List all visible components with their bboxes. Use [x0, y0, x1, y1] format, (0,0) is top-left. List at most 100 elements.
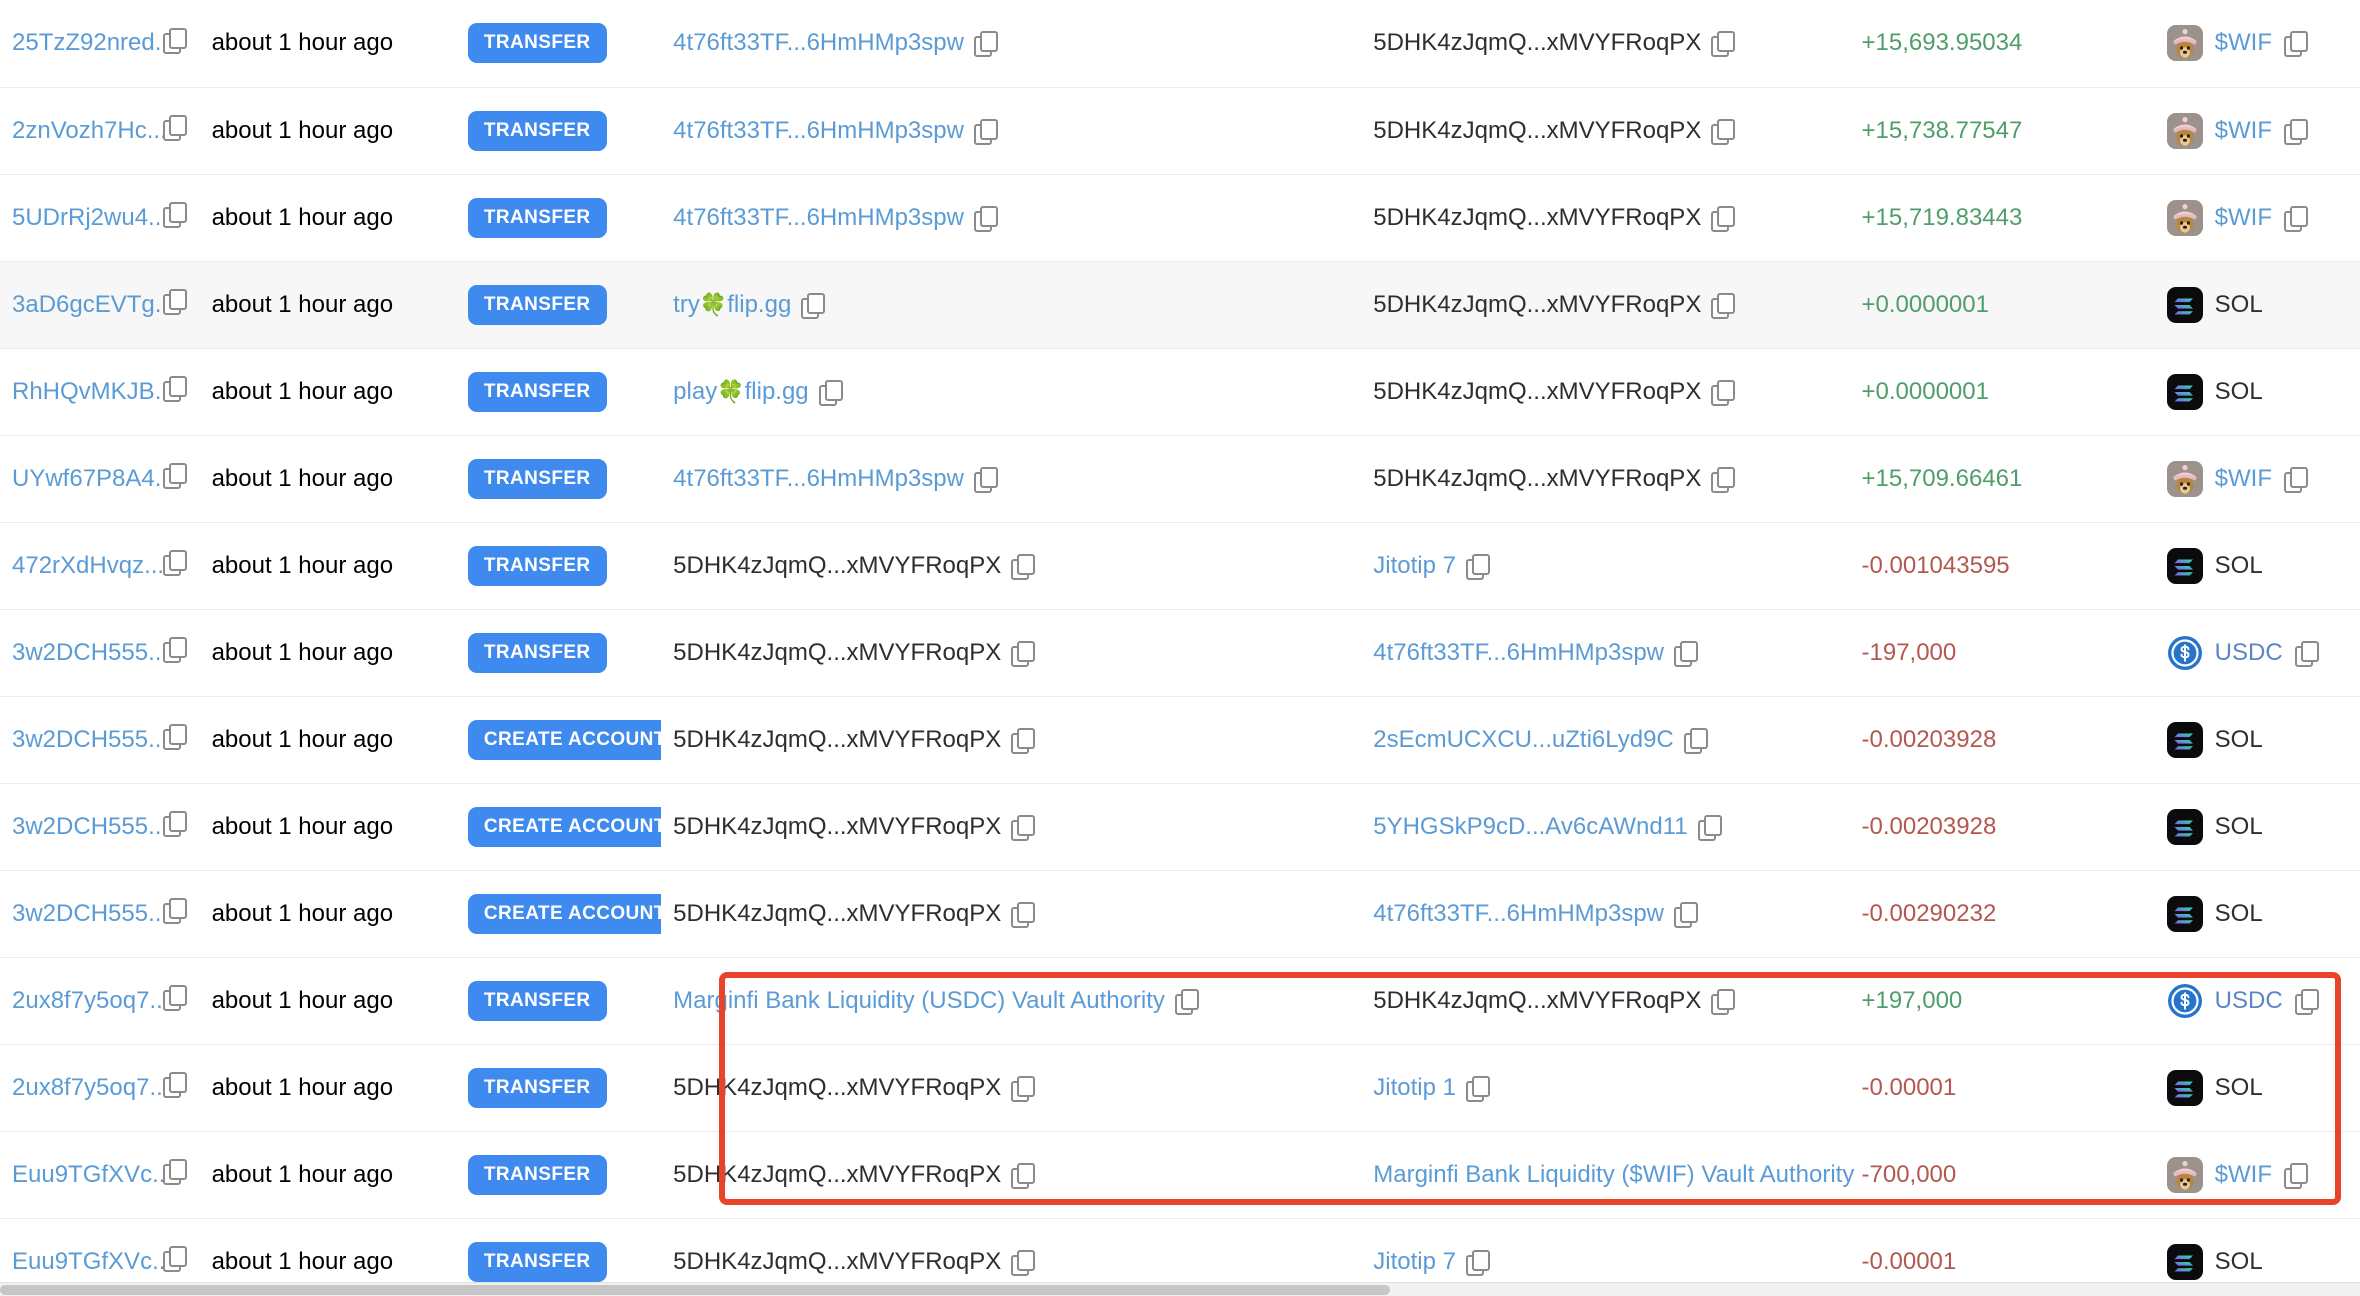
- signature-link[interactable]: 472rXdHvqz...: [12, 552, 163, 579]
- table-row[interactable]: UYwf67P8A4... about 1 hour ago TRANSFER 4t7…: [0, 435, 2360, 523]
- copy-source-icon[interactable]: [973, 31, 998, 58]
- token-label[interactable]: $WIF: [2215, 117, 2272, 145]
- type-badge[interactable]: TRANSFER: [467, 284, 607, 325]
- copy-signature-icon[interactable]: [162, 1159, 187, 1185]
- source-link[interactable]: 4t76ft33TF...6HmHMp3spw: [673, 204, 964, 232]
- copy-token-icon[interactable]: [2284, 118, 2308, 145]
- copy-signature-icon[interactable]: [162, 724, 187, 750]
- copy-destination-icon[interactable]: [1711, 205, 1736, 232]
- signature-link[interactable]: RhHQvMKJB...: [12, 378, 163, 405]
- copy-signature-icon[interactable]: [162, 27, 187, 54]
- signature-link[interactable]: 3w2DCH555...: [12, 813, 163, 840]
- copy-token-icon[interactable]: [2284, 466, 2308, 493]
- copy-source-icon[interactable]: [801, 292, 826, 319]
- signature-link[interactable]: 3w2DCH555...: [12, 900, 163, 927]
- type-badge[interactable]: TRANSFER: [467, 545, 607, 586]
- copy-token-icon[interactable]: [2284, 205, 2308, 232]
- destination-link[interactable]: 5YHGSkP9cD...Av6cAWnd11: [1373, 813, 1687, 841]
- signature-link[interactable]: 3aD6gcEVTg...: [12, 291, 163, 318]
- copy-source-icon[interactable]: [1011, 553, 1036, 580]
- destination-link[interactable]: 4t76ft33TF...6HmHMp3spw: [1373, 900, 1664, 928]
- signature-link[interactable]: 2znVozh7Hc...: [12, 117, 163, 144]
- copy-destination-icon[interactable]: [1711, 118, 1736, 145]
- copy-source-icon[interactable]: [973, 118, 998, 145]
- copy-destination-icon[interactable]: [1711, 379, 1736, 406]
- type-badge[interactable]: TRANSFER: [467, 458, 607, 499]
- token-label[interactable]: USDC: [2215, 639, 2283, 667]
- copy-signature-icon[interactable]: [162, 1246, 187, 1272]
- destination-link[interactable]: 4t76ft33TF...6HmHMp3spw: [1373, 639, 1664, 667]
- copy-source-icon[interactable]: [1011, 814, 1036, 841]
- copy-source-icon[interactable]: [1011, 1075, 1036, 1102]
- signature-link[interactable]: 2ux8f7y5oq7...: [12, 1074, 163, 1101]
- token-label[interactable]: $WIF: [2215, 465, 2272, 493]
- table-row[interactable]: 5UDrRj2wu4... about 1 hour ago TRANSFER 4t7…: [0, 174, 2360, 262]
- table-row[interactable]: 3w2DCH555... about 1 hour ago CREATE ACCOU…: [0, 783, 2360, 871]
- signature-link[interactable]: 3w2DCH555...: [12, 726, 163, 753]
- copy-destination-icon[interactable]: [1711, 988, 1736, 1015]
- copy-destination-icon[interactable]: [1465, 553, 1490, 580]
- copy-token-icon[interactable]: [2284, 31, 2308, 58]
- copy-source-icon[interactable]: [973, 205, 998, 232]
- copy-source-icon[interactable]: [1011, 1162, 1036, 1189]
- destination-link[interactable]: Jitotip 7: [1373, 1248, 1456, 1276]
- source-link[interactable]: 4t76ft33TF...6HmHMp3spw: [673, 117, 964, 145]
- type-badge[interactable]: CREATE ACCOUNT: [467, 893, 662, 934]
- copy-signature-icon[interactable]: [162, 550, 187, 576]
- copy-signature-icon[interactable]: [162, 463, 187, 489]
- source-link[interactable]: 4t76ft33TF...6HmHMp3spw: [673, 465, 964, 493]
- source-link[interactable]: 4t76ft33TF...6HmHMp3spw: [673, 29, 964, 57]
- copy-signature-icon[interactable]: [162, 898, 187, 924]
- copy-source-icon[interactable]: [973, 466, 998, 493]
- source-link[interactable]: try🍀flip.gg: [673, 291, 791, 319]
- copy-source-icon[interactable]: [818, 379, 843, 406]
- copy-token-icon[interactable]: [2284, 1162, 2308, 1189]
- copy-source-icon[interactable]: [1174, 988, 1199, 1015]
- token-label[interactable]: $WIF: [2215, 1161, 2272, 1189]
- type-badge[interactable]: TRANSFER: [467, 632, 607, 673]
- signature-link[interactable]: 2ux8f7y5oq7...: [12, 987, 163, 1014]
- scrollbar-thumb[interactable]: [0, 1285, 1390, 1295]
- copy-destination-icon[interactable]: [1465, 1249, 1490, 1276]
- copy-destination-icon[interactable]: [1683, 727, 1708, 754]
- table-row[interactable]: RhHQvMKJB... about 1 hour ago TRANSFER play…: [0, 348, 2360, 436]
- destination-link[interactable]: Jitotip 1: [1373, 1074, 1456, 1102]
- copy-destination-icon[interactable]: [1711, 292, 1736, 319]
- copy-source-icon[interactable]: [1011, 1249, 1036, 1276]
- table-row[interactable]: 2ux8f7y5oq7... about 1 hour ago TRANSFER Ma…: [0, 957, 2360, 1045]
- horizontal-scrollbar[interactable]: [0, 1282, 2360, 1296]
- copy-signature-icon[interactable]: [162, 202, 187, 228]
- table-row[interactable]: 2ux8f7y5oq7... about 1 hour ago TRANSFER 5D…: [0, 1044, 2360, 1132]
- type-badge[interactable]: TRANSFER: [467, 371, 607, 412]
- copy-source-icon[interactable]: [1011, 727, 1036, 754]
- type-badge[interactable]: TRANSFER: [467, 197, 607, 238]
- copy-signature-icon[interactable]: [162, 115, 187, 141]
- destination-link[interactable]: Marginfi Bank Liquidity ($WIF) Vault Aut…: [1373, 1161, 1854, 1189]
- type-badge[interactable]: TRANSFER: [467, 23, 607, 64]
- copy-source-icon[interactable]: [1011, 901, 1036, 928]
- table-row[interactable]: 3w2DCH555... about 1 hour ago TRANSFER 5DHK…: [0, 609, 2360, 697]
- signature-link[interactable]: UYwf67P8A4...: [12, 465, 163, 492]
- type-badge[interactable]: TRANSFER: [467, 1154, 607, 1195]
- table-row[interactable]: Euu9TGfXVc... about 1 hour ago TRANSFER 5DH…: [0, 1131, 2360, 1219]
- token-label[interactable]: $WIF: [2215, 29, 2272, 57]
- type-badge[interactable]: CREATE ACCOUNT: [467, 806, 662, 847]
- table-row[interactable]: 3w2DCH555... about 1 hour ago CREATE ACCOU…: [0, 870, 2360, 958]
- destination-link[interactable]: 2sEcmUCXCU...uZti6Lyd9C: [1373, 726, 1674, 754]
- copy-signature-icon[interactable]: [162, 289, 187, 315]
- table-row[interactable]: 2znVozh7Hc... about 1 hour ago TRANSFER 4t7…: [0, 87, 2360, 175]
- copy-signature-icon[interactable]: [162, 811, 187, 837]
- copy-source-icon[interactable]: [1011, 640, 1036, 667]
- copy-signature-icon[interactable]: [162, 376, 187, 402]
- signature-link[interactable]: 5UDrRj2wu4...: [12, 204, 163, 231]
- copy-signature-icon[interactable]: [162, 985, 187, 1011]
- copy-destination-icon[interactable]: [1711, 31, 1736, 58]
- table-row[interactable]: 3aD6gcEVTg... about 1 hour ago TRANSFER try…: [0, 261, 2360, 349]
- copy-destination-icon[interactable]: [1711, 466, 1736, 493]
- type-badge[interactable]: TRANSFER: [467, 980, 607, 1021]
- token-label[interactable]: USDC: [2215, 987, 2283, 1015]
- copy-destination-icon[interactable]: [1697, 814, 1722, 841]
- copy-token-icon[interactable]: [2294, 640, 2319, 667]
- copy-token-icon[interactable]: [2294, 988, 2319, 1015]
- table-row[interactable]: 472rXdHvqz... about 1 hour ago TRANSFER 5DH…: [0, 522, 2360, 610]
